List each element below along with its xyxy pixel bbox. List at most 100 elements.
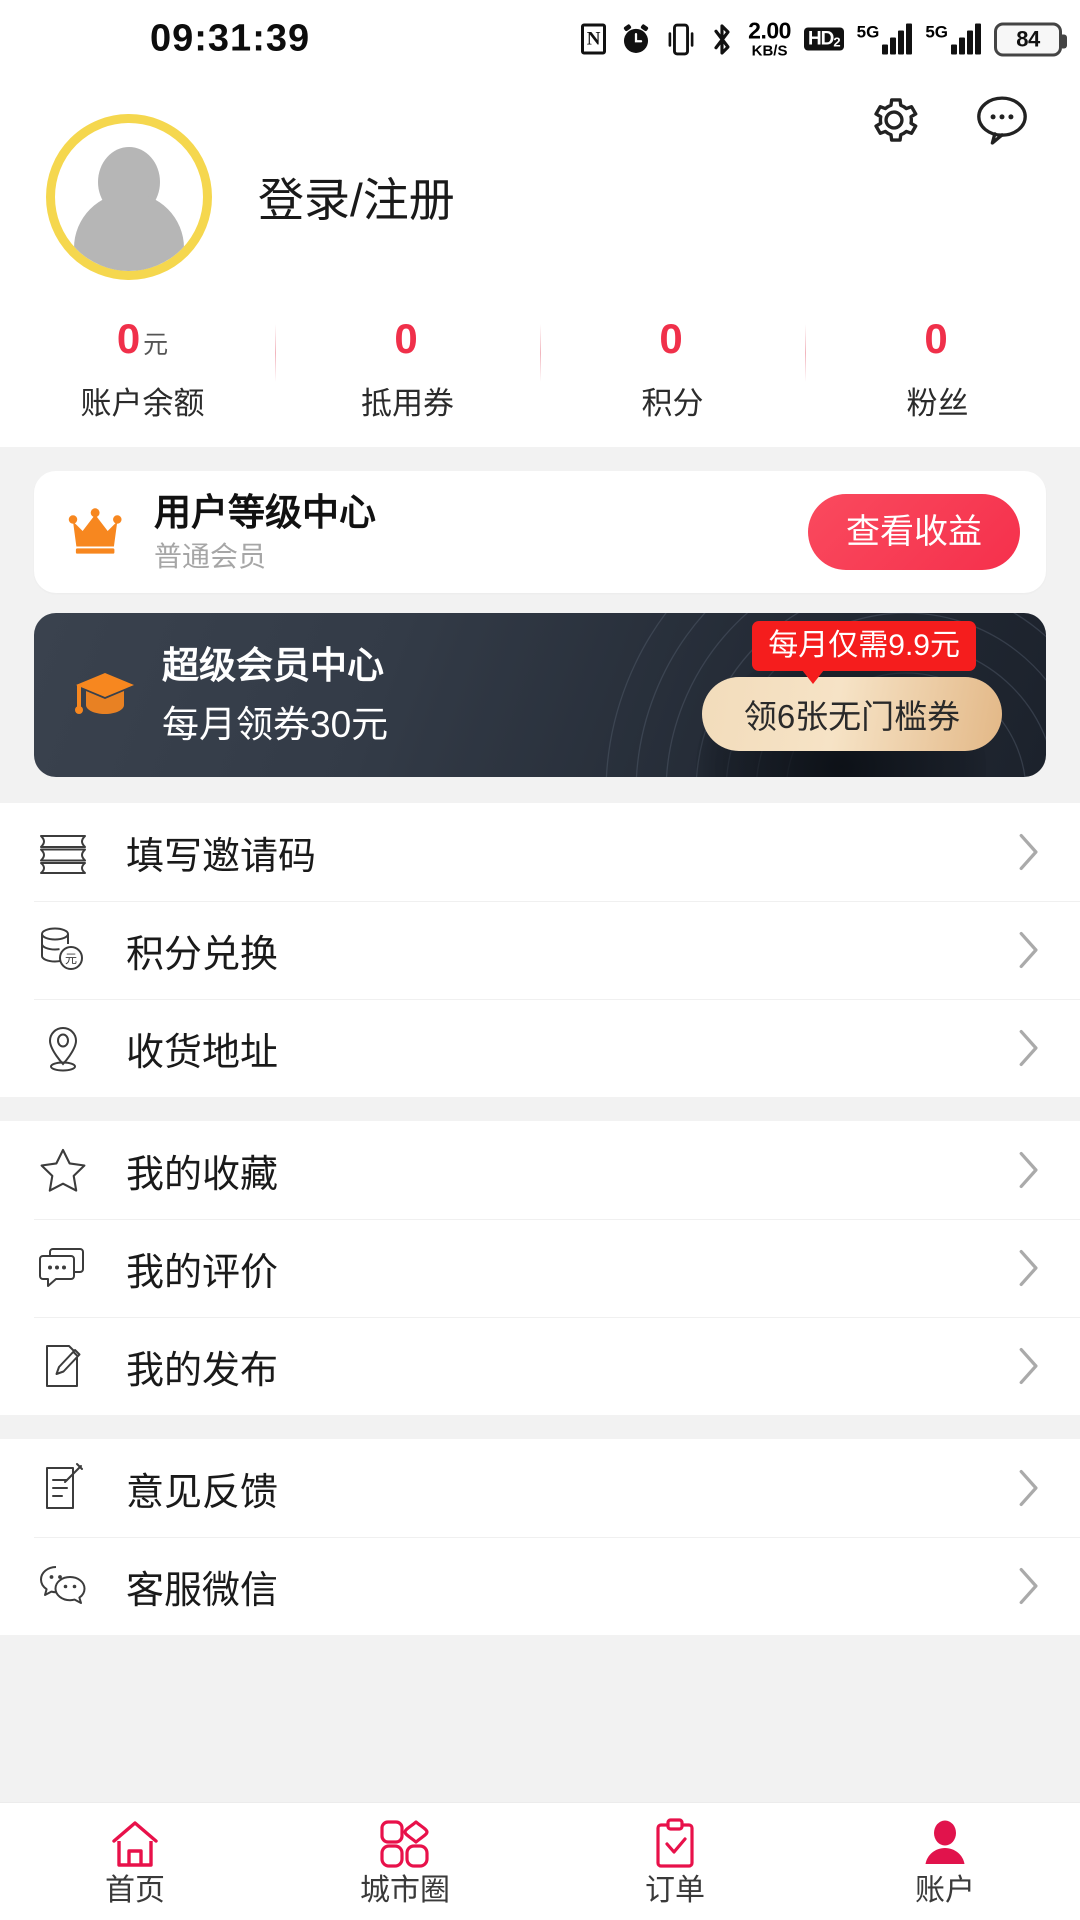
- level-card-wrap: 用户等级中心 普通会员 查看收益: [0, 447, 1080, 593]
- chevron-right-icon: [1019, 931, 1038, 969]
- stat-balance-label: 账户余额: [80, 386, 205, 421]
- stat-coupon-label: 抵用券: [361, 386, 454, 421]
- signal-bars-2: [951, 23, 981, 55]
- status-bar: 09:31:39 N 2.00 KB/S HD 2 5G 5G 84: [0, 0, 1080, 78]
- clipboard-check-icon: [651, 1817, 699, 1870]
- chevron-right-icon: [1019, 1029, 1038, 1067]
- claim-coupons-button[interactable]: 领6张无门槛券: [702, 677, 1002, 751]
- section-gap: [0, 1415, 1080, 1439]
- tab-home-label: 首页: [105, 1873, 165, 1907]
- level-subtitle: 普通会员: [154, 541, 267, 573]
- network-speed: 2.00 KB/S: [748, 17, 791, 60]
- app-screen: 09:31:39 N 2.00 KB/S HD 2 5G 5G 84 登录/注册…: [0, 0, 1080, 1920]
- chevron-right-icon: [1019, 1151, 1038, 1189]
- stats-row: 0元 账户余额 0 抵用券 0 积分 0 粉丝: [0, 318, 1080, 427]
- menu-item-wechat-support[interactable]: 客服微信: [0, 1537, 1080, 1635]
- menu-item-label: 我的评价: [126, 1251, 279, 1294]
- vip-title: 超级会员中心: [162, 645, 384, 686]
- signal-5g-2: 5G: [925, 22, 981, 55]
- crown-icon: [68, 508, 122, 554]
- vibrate-icon: [666, 22, 696, 56]
- header-actions: [864, 90, 1032, 150]
- tab-orders-label: 订单: [645, 1873, 705, 1907]
- stat-points-number: 0: [659, 315, 683, 362]
- stat-coupon-number: 0: [394, 315, 418, 362]
- view-earnings-button[interactable]: 查看收益: [808, 494, 1020, 570]
- hd-label: HD: [807, 28, 834, 50]
- alarm-icon: [619, 22, 653, 56]
- speed-unit: KB/S: [751, 42, 788, 60]
- location-pin-icon: [34, 1019, 92, 1077]
- menu-item-label: 客服微信: [126, 1569, 279, 1612]
- comment-icon: [34, 1239, 92, 1297]
- chevron-right-icon: [1019, 1469, 1038, 1507]
- menu-item-points-exchange[interactable]: 元 积分兑换: [0, 901, 1080, 999]
- bluetooth-icon: [709, 21, 735, 57]
- vip-texts: 超级会员中心 每月领券30元: [162, 647, 388, 743]
- menu-item-my-posts[interactable]: 我的发布: [0, 1317, 1080, 1415]
- bottom-tab-bar: 首页 城市圈 订单 账户: [0, 1802, 1080, 1920]
- tab-orders[interactable]: 订单: [540, 1803, 810, 1920]
- chevron-right-icon: [1019, 1249, 1038, 1287]
- price-badge: 每月仅需9.9元: [752, 621, 976, 684]
- stat-coupon-value: 0: [394, 318, 420, 360]
- menu-item-label: 积分兑换: [126, 933, 279, 976]
- section-gap: [0, 777, 1080, 803]
- avatar-body: [74, 193, 184, 271]
- tab-home[interactable]: 首页: [0, 1803, 270, 1920]
- stat-balance-unit: 元: [143, 331, 169, 359]
- avatar[interactable]: [46, 114, 212, 280]
- menu-item-reviews[interactable]: 我的评价: [0, 1219, 1080, 1317]
- stat-balance[interactable]: 0元 账户余额: [10, 318, 275, 423]
- level-texts: 用户等级中心 普通会员: [154, 491, 376, 573]
- user-level-card[interactable]: 用户等级中心 普通会员 查看收益: [34, 471, 1046, 593]
- menu-group-2: 我的收藏 我的评价 我的发布: [0, 1121, 1080, 1415]
- chat-bubble-icon[interactable]: [972, 90, 1032, 150]
- stat-fans[interactable]: 0 粉丝: [805, 318, 1070, 423]
- menu-item-feedback[interactable]: 意见反馈: [0, 1439, 1080, 1537]
- menu-item-label: 我的收藏: [126, 1153, 279, 1196]
- menu-item-favorites[interactable]: 我的收藏: [0, 1121, 1080, 1219]
- nfc-letter: N: [586, 28, 601, 50]
- chevron-right-icon: [1019, 833, 1038, 871]
- tab-account-label: 账户: [915, 1873, 975, 1907]
- chevron-right-icon: [1019, 1347, 1038, 1385]
- status-icons: N 2.00 KB/S HD 2 5G 5G 84: [581, 17, 1067, 60]
- star-icon: [34, 1141, 92, 1199]
- tab-city-circle[interactable]: 城市圈: [270, 1803, 540, 1920]
- menu-group-3: 意见反馈 客服微信: [0, 1439, 1080, 1635]
- stat-fans-value: 0: [924, 318, 950, 360]
- stat-points[interactable]: 0 积分: [540, 318, 805, 423]
- speed-value: 2.00: [748, 17, 791, 44]
- menu-item-invite-code[interactable]: 填写邀请码: [0, 803, 1080, 901]
- menu-item-label: 收货地址: [126, 1031, 279, 1074]
- stat-fans-label: 粉丝: [906, 386, 969, 421]
- graduation-cap-icon: [75, 673, 134, 714]
- signal-5g-1: 5G: [857, 23, 913, 55]
- vip-subtitle: 每月领券30元: [162, 704, 389, 745]
- menu-group-1: 填写邀请码 元 积分兑换 收货地址: [0, 803, 1080, 1097]
- level-title: 用户等级中心: [154, 491, 376, 533]
- super-member-card[interactable]: 超级会员中心 每月领券30元 领6张无门槛券 每月仅需9.9元: [34, 613, 1046, 777]
- chevron-right-icon: [1019, 1567, 1038, 1605]
- hd-volte-icon: HD 2: [803, 27, 844, 51]
- ticket-icon: [34, 823, 92, 881]
- section-gap: [0, 1097, 1080, 1121]
- svg-text:元: 元: [65, 952, 77, 966]
- gear-icon[interactable]: [864, 90, 924, 150]
- stat-points-label: 积分: [641, 386, 704, 421]
- vip-left: 超级会员中心 每月领券30元: [72, 647, 388, 743]
- vip-card-wrap: 超级会员中心 每月领券30元 领6张无门槛券 每月仅需9.9元: [0, 593, 1080, 777]
- signal-bars-1: [882, 23, 913, 55]
- menu-item-shipping-address[interactable]: 收货地址: [0, 999, 1080, 1097]
- signal-2-label: 5G: [925, 22, 948, 42]
- battery-icon: 84: [994, 22, 1067, 56]
- tab-account[interactable]: 账户: [810, 1803, 1080, 1920]
- stat-coupon[interactable]: 0 抵用券: [275, 318, 540, 423]
- account-person-icon: [920, 1818, 970, 1870]
- login-register-link[interactable]: 登录/注册: [258, 164, 455, 230]
- stat-balance-number: 0: [116, 315, 141, 362]
- battery-level: 84: [1016, 26, 1040, 51]
- tab-city-circle-label: 城市圈: [360, 1873, 450, 1907]
- feedback-icon: [34, 1459, 92, 1517]
